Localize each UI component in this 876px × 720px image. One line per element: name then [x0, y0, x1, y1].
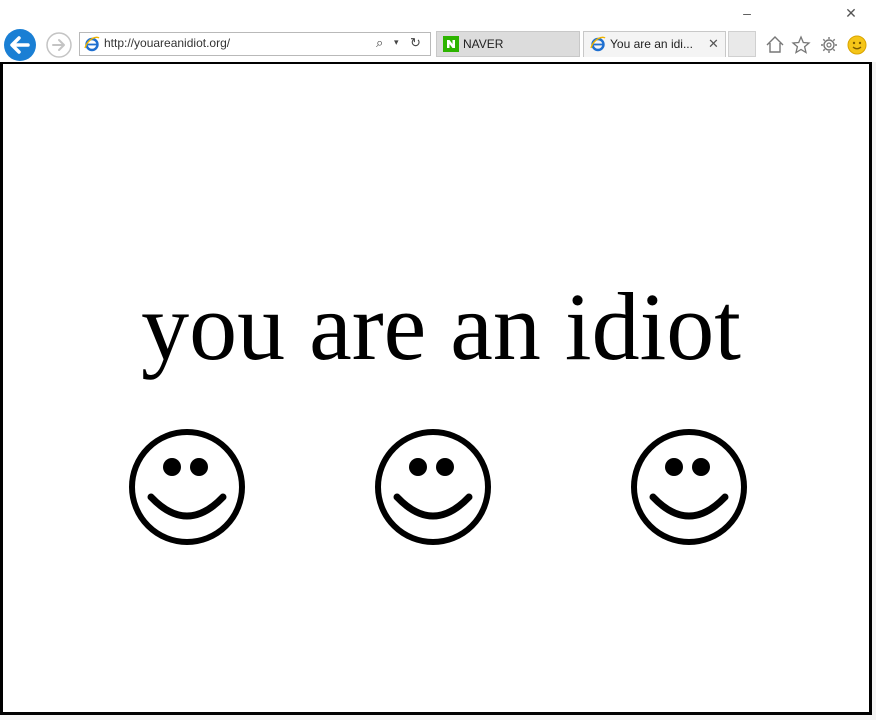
title-bar: – ✕ — [0, 0, 876, 28]
smiley-face-icon — [129, 429, 245, 545]
forward-arrow-icon — [46, 32, 72, 58]
ie-icon — [84, 36, 100, 52]
page-headline: you are an idiot — [141, 273, 741, 380]
chevron-down-icon[interactable]: ▾ — [394, 37, 404, 51]
refresh-icon[interactable]: ↻ — [410, 35, 428, 53]
forward-button[interactable] — [44, 31, 74, 59]
back-arrow-icon — [4, 29, 36, 61]
navigation-bar: http://youareanidiot.org/ ⌕ ▾ ↻ NAVER Yo… — [0, 28, 876, 62]
gear-icon[interactable] — [818, 34, 840, 56]
search-icon[interactable]: ⌕ — [376, 35, 394, 53]
tab-active[interactable]: You are an idi... ✕ — [583, 31, 726, 57]
browser-window: – ✕ http://youareanidiot.org/ ⌕ ▾ ↻ NAVE… — [0, 0, 876, 720]
tab-naver[interactable]: NAVER — [436, 31, 580, 57]
close-tab-icon[interactable]: ✕ — [708, 36, 719, 52]
naver-icon — [443, 36, 459, 52]
back-button[interactable] — [2, 28, 38, 62]
address-bar[interactable]: http://youareanidiot.org/ ⌕ ▾ ↻ — [79, 32, 431, 56]
smiley-face-icon — [631, 429, 747, 545]
address-text[interactable]: http://youareanidiot.org/ — [104, 36, 230, 50]
smiley-face-icon — [375, 429, 491, 545]
smiley-feedback-icon[interactable] — [846, 34, 868, 56]
tab-label: NAVER — [463, 37, 504, 51]
tab-label: You are an idi... — [610, 37, 693, 51]
page-content: you are an idiot — [0, 62, 872, 715]
close-window-button[interactable]: ✕ — [840, 4, 862, 22]
minimize-button[interactable]: – — [736, 4, 758, 22]
star-icon[interactable] — [790, 34, 812, 56]
home-icon[interactable] — [764, 34, 786, 56]
new-tab-button[interactable] — [728, 31, 756, 57]
ie-icon — [590, 36, 606, 52]
